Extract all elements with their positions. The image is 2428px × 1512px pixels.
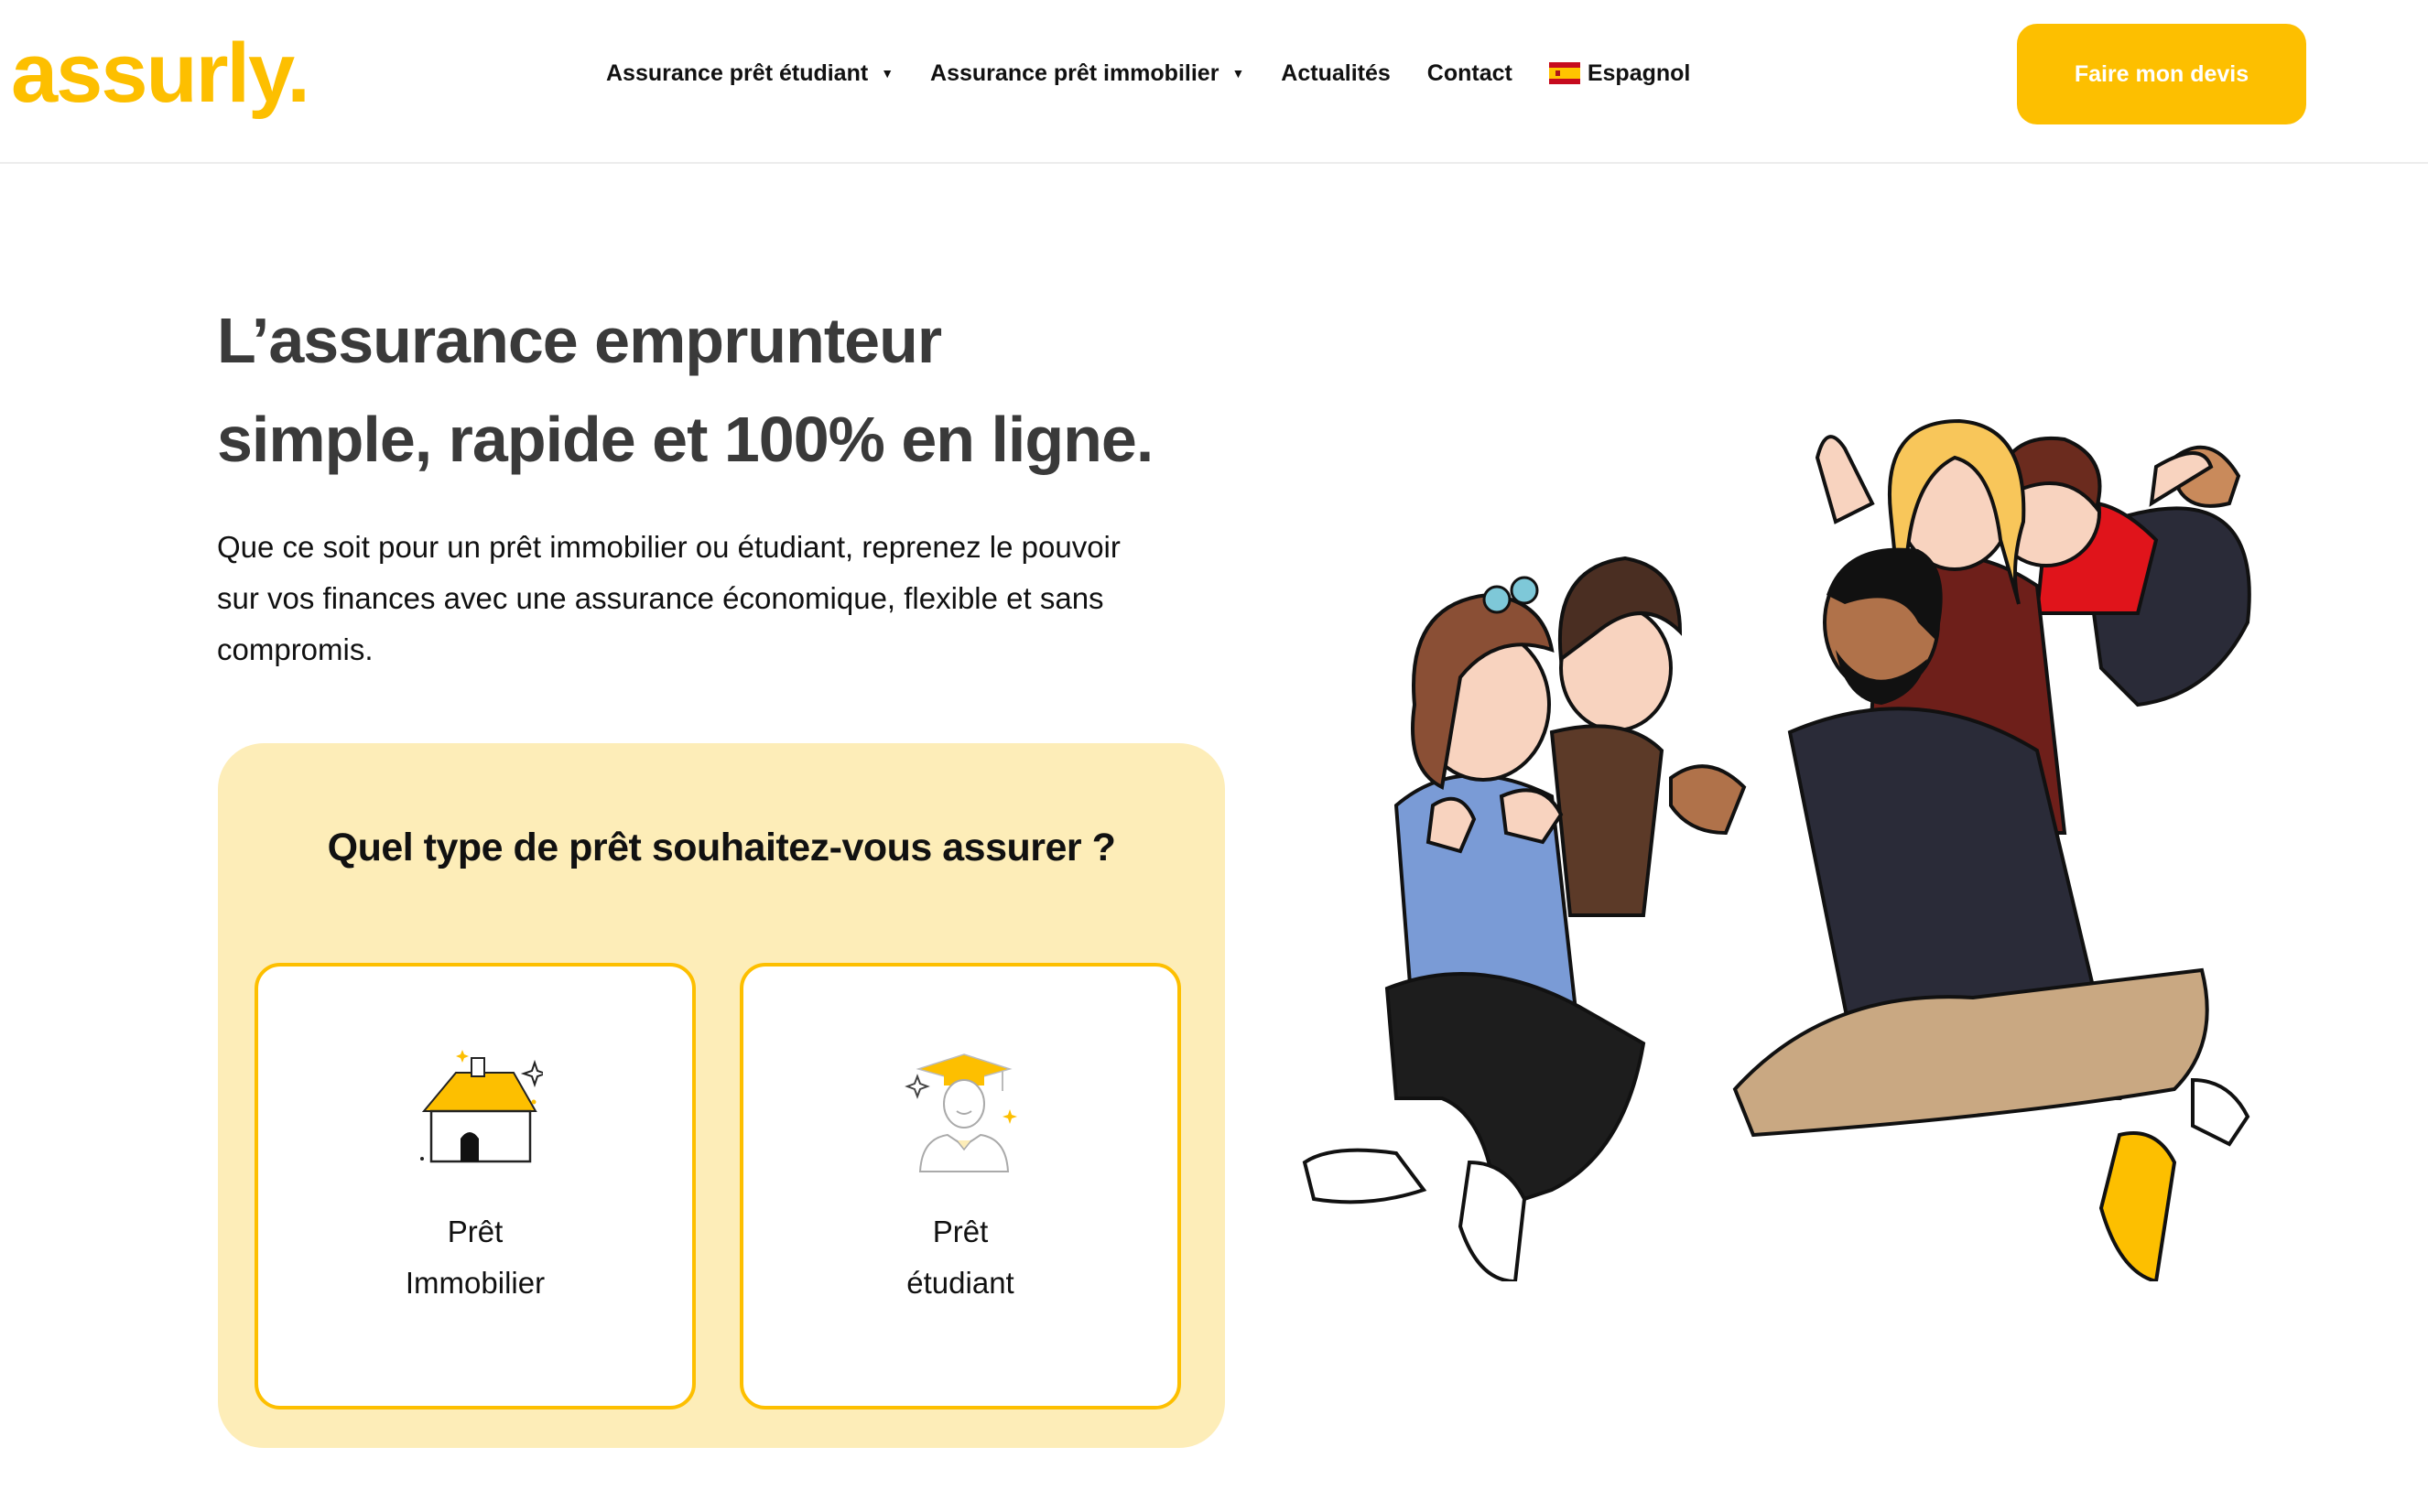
loan-option-immobilier[interactable]: Prêt Immobilier [255,963,696,1409]
language-switcher[interactable]: Espagnol [1548,59,1691,87]
graduate-icon [905,1053,1017,1172]
label-line-2: étudiant [906,1266,1014,1300]
headline-line-2: simple, rapide et 100% en ligne. [217,404,1154,475]
label-line-2: Immobilier [405,1266,546,1300]
hero-headline: L’assurance emprunteur simple, rapide et… [217,291,1270,489]
site-header: assurly. Assurance prêt étudiant ▼ Assur… [0,0,2428,164]
spain-flag-icon [1548,62,1580,84]
loan-type-picker: Quel type de prêt souhaitez-vous assurer… [218,743,1225,1448]
nav-item-pret-etudiant[interactable]: Assurance prêt étudiant ▼ [606,60,894,87]
intro-line-1: Que ce soit pour un prêt immobilier ou é… [217,530,1121,564]
house-icon [420,1050,543,1163]
friends-group-illustration [1302,418,2251,1281]
intro-line-2: sur vos finances avec une assurance écon… [217,581,1104,615]
get-quote-button[interactable]: Faire mon devis [2017,24,2306,124]
nav-item-actualites[interactable]: Actualités [1281,60,1390,87]
loan-option-etudiant[interactable]: Prêt étudiant [740,963,1181,1409]
main-nav: Assurance prêt étudiant ▼ Assurance prêt… [606,51,1727,95]
nav-label: Actualités [1281,59,1391,86]
headline-line-1: L’assurance emprunteur [217,305,942,376]
label-line-1: Prêt [932,1215,989,1248]
nav-label: Contact [1426,59,1512,86]
intro-line-3: compromis. [217,632,374,666]
picker-title: Quel type de prêt souhaitez-vous assurer… [327,826,1116,869]
nav-label: Assurance prêt étudiant [606,59,869,86]
hero-intro: Que ce soit pour un prêt immobilier ou é… [217,522,1242,675]
loan-option-label: Prêt étudiant [743,1206,1177,1309]
nav-item-pret-immobilier[interactable]: Assurance prêt immobilier ▼ [930,60,1244,87]
nav-label: Espagnol [1587,59,1691,86]
nav-label: Assurance prêt immobilier [930,59,1219,86]
loan-option-label: Prêt Immobilier [258,1206,692,1309]
chevron-down-icon: ▼ [881,66,894,81]
chevron-down-icon: ▼ [1231,66,1245,81]
label-line-1: Prêt [447,1215,504,1248]
nav-item-contact[interactable]: Contact [1427,60,1512,87]
logo[interactable]: assurly. [11,18,310,128]
